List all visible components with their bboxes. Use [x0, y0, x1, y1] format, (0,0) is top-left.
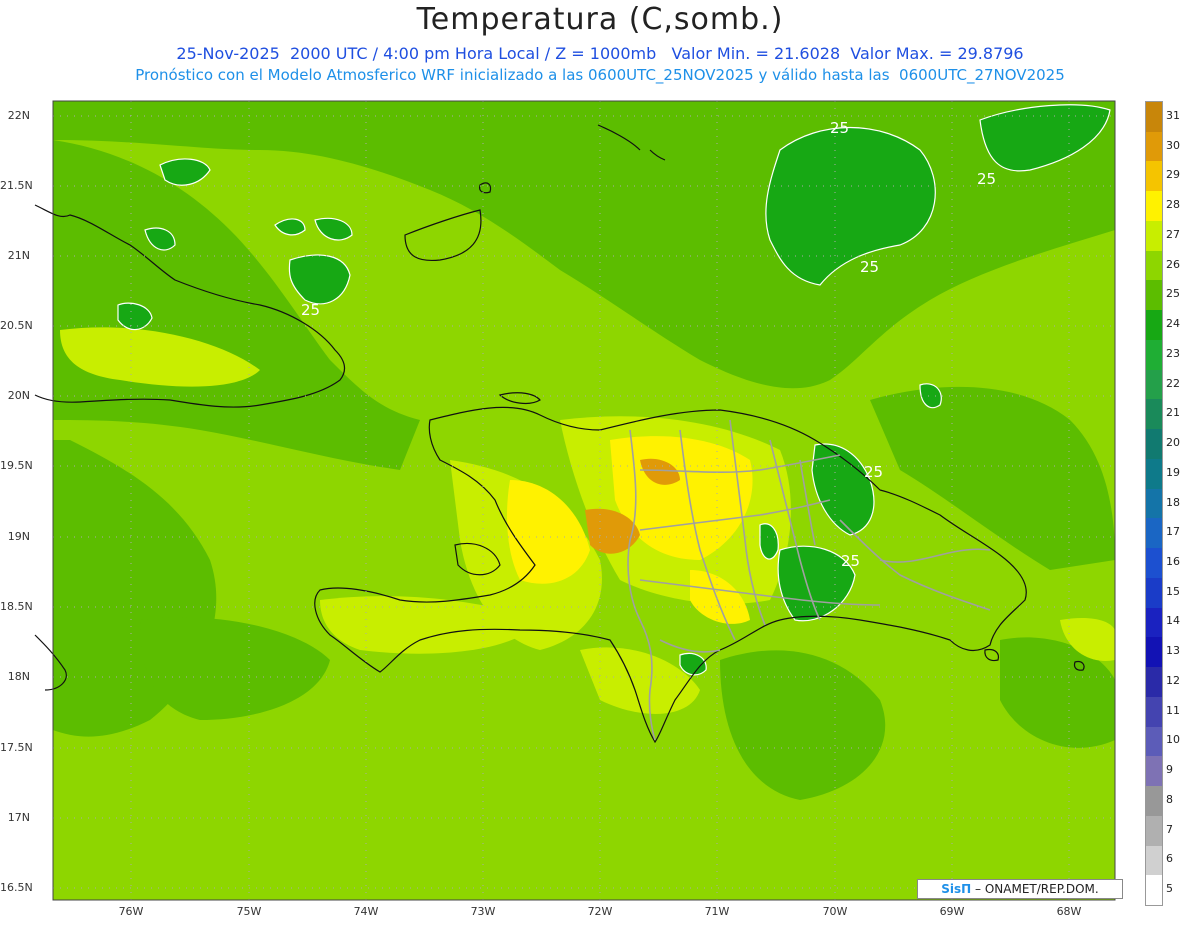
colorbar-cell	[1146, 191, 1162, 222]
colorbar-cell	[1146, 399, 1162, 430]
colorbar-level-label: 8	[1166, 792, 1173, 806]
contour-label: 25	[977, 170, 996, 188]
colorbar-cell	[1146, 131, 1162, 162]
colorbar-level-label: 30	[1166, 138, 1180, 152]
colorbar-cell	[1146, 696, 1162, 728]
lon-tick: 75W	[236, 905, 262, 918]
colorbar-cell	[1146, 548, 1162, 579]
subtitle-model-info: Pronóstico con el Modelo Atmosferico WRF…	[135, 66, 1065, 84]
map-title: Temperatura (C,somb.)	[416, 2, 784, 37]
colorbar-cell	[1146, 310, 1162, 341]
colorbar-level-label: 22	[1166, 376, 1180, 390]
lon-tick: 76W	[118, 905, 144, 918]
colorbar-level-label: 28	[1166, 198, 1180, 212]
colorbar-level-label: 10	[1166, 733, 1180, 747]
colorbar-cell	[1146, 756, 1162, 787]
lon-tick: 72W	[587, 905, 613, 918]
colorbar-cell	[1146, 220, 1162, 252]
lon-tick: 71W	[704, 905, 730, 918]
lat-tick: 21.5N	[0, 179, 33, 192]
colorbar-cell	[1146, 369, 1162, 400]
colorbar-cell	[1146, 280, 1162, 311]
lat-tick: 18N	[7, 670, 30, 683]
lon-tick: 70W	[822, 905, 848, 918]
colorbar-level-label: 27	[1166, 227, 1180, 241]
colorbar-cell	[1146, 339, 1162, 371]
temperature-map: 25 25 25 25 25 25 25	[34, 100, 1116, 901]
colorbar-level-label: 11	[1166, 703, 1180, 717]
contour-label: 25	[301, 301, 320, 319]
colorbar-level-label: 31	[1166, 108, 1180, 122]
colorbar-level-label: 20	[1166, 436, 1180, 450]
lat-tick: 19.5N	[0, 459, 33, 472]
colorbar-cell	[1146, 429, 1162, 460]
colorbar-cell	[1146, 161, 1162, 192]
lat-tick: 22N	[7, 109, 30, 122]
colorbar-cell	[1146, 815, 1162, 846]
colorbar-level-label: 17	[1166, 525, 1180, 539]
lon-tick: 69W	[939, 905, 965, 918]
colorbar-cell	[1146, 845, 1162, 876]
colorbar-level-label: 16	[1166, 554, 1180, 568]
lon-tick: 68W	[1056, 905, 1082, 918]
colorbar-cell	[1146, 488, 1162, 519]
colorbar-level-label: 18	[1166, 495, 1180, 509]
lat-tick: 16.5N	[0, 881, 33, 894]
colorbar-level-label: 14	[1166, 614, 1180, 628]
colorbar-cell	[1146, 607, 1162, 638]
colorbar	[1145, 101, 1163, 906]
colorbar-level-label: 19	[1166, 465, 1180, 479]
subtitle-validity: 25-Nov-2025 2000 UTC / 4:00 pm Hora Loca…	[176, 44, 1024, 63]
contour-label: 25	[860, 258, 879, 276]
colorbar-cell	[1146, 518, 1162, 549]
colorbar-level-label: 5	[1166, 882, 1173, 896]
colorbar-level-label: 6	[1166, 852, 1173, 866]
lat-tick: 17.5N	[0, 741, 33, 754]
credit-text: – ONAMET/REP.DOM.	[971, 882, 1099, 896]
lon-tick: 73W	[470, 905, 496, 918]
colorbar-cell	[1146, 786, 1162, 817]
colorbar-cell	[1146, 875, 1162, 906]
colorbar-cell	[1146, 637, 1162, 668]
colorbar-level-label: 25	[1166, 287, 1180, 301]
colorbar-level-label: 24	[1166, 317, 1180, 331]
lat-tick: 17N	[7, 811, 30, 824]
colorbar-level-label: 12	[1166, 673, 1180, 687]
colorbar-level-label: 21	[1166, 406, 1180, 420]
colorbar-cell	[1146, 102, 1162, 133]
lon-tick: 74W	[353, 905, 379, 918]
colorbar-cell	[1146, 667, 1162, 698]
colorbar-level-label: 9	[1166, 763, 1173, 777]
colorbar-cell	[1146, 458, 1162, 490]
sispi-logo: SisΠ	[941, 882, 972, 896]
colorbar-level-label: 15	[1166, 584, 1180, 598]
colorbar-level-label: 7	[1166, 822, 1173, 836]
colorbar-cell	[1146, 577, 1162, 609]
colorbar-cell	[1146, 250, 1162, 281]
colorbar-cell	[1146, 726, 1162, 757]
lat-tick: 18.5N	[0, 600, 33, 613]
colorbar-level-label: 26	[1166, 257, 1180, 271]
lat-tick: 19N	[7, 530, 30, 543]
lat-tick: 21N	[7, 249, 30, 262]
colorbar-level-label: 29	[1166, 168, 1180, 182]
lat-tick: 20N	[7, 389, 30, 402]
colorbar-level-label: 13	[1166, 644, 1180, 658]
lat-tick: 20.5N	[0, 319, 33, 332]
colorbar-level-label: 23	[1166, 346, 1180, 360]
contour-label: 25	[830, 119, 849, 137]
credit-box: SisΠ – ONAMET/REP.DOM.	[917, 879, 1123, 899]
contour-label: 25	[864, 463, 883, 481]
